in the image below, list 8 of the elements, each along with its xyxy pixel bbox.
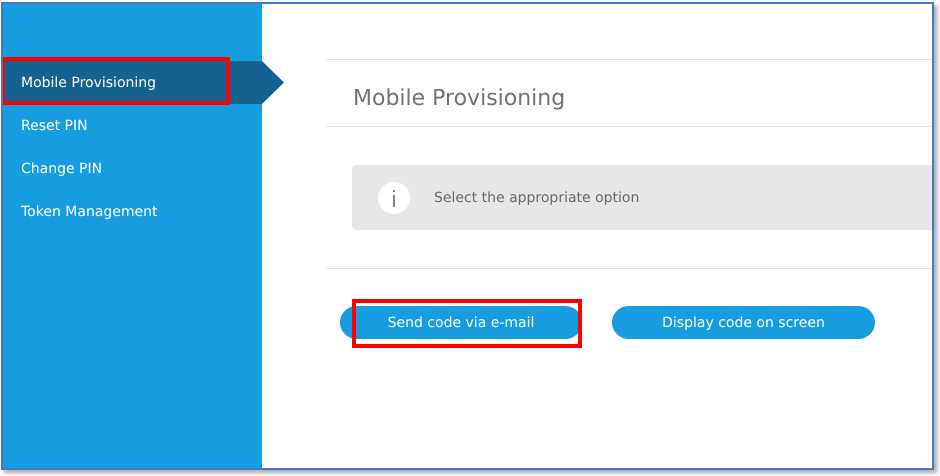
sidebar-item[interactable]: Token Management [3, 190, 262, 233]
sidebar-item[interactable]: Change PIN [3, 147, 262, 190]
info-message: Select the appropriate option [434, 190, 640, 206]
action-button[interactable]: Display code on screen [612, 306, 875, 339]
selection-pointer-icon [262, 61, 284, 104]
sidebar-item[interactable]: Reset PIN [3, 104, 262, 147]
info-icon [378, 182, 410, 214]
page-title: Mobile Provisioning [352, 85, 566, 113]
